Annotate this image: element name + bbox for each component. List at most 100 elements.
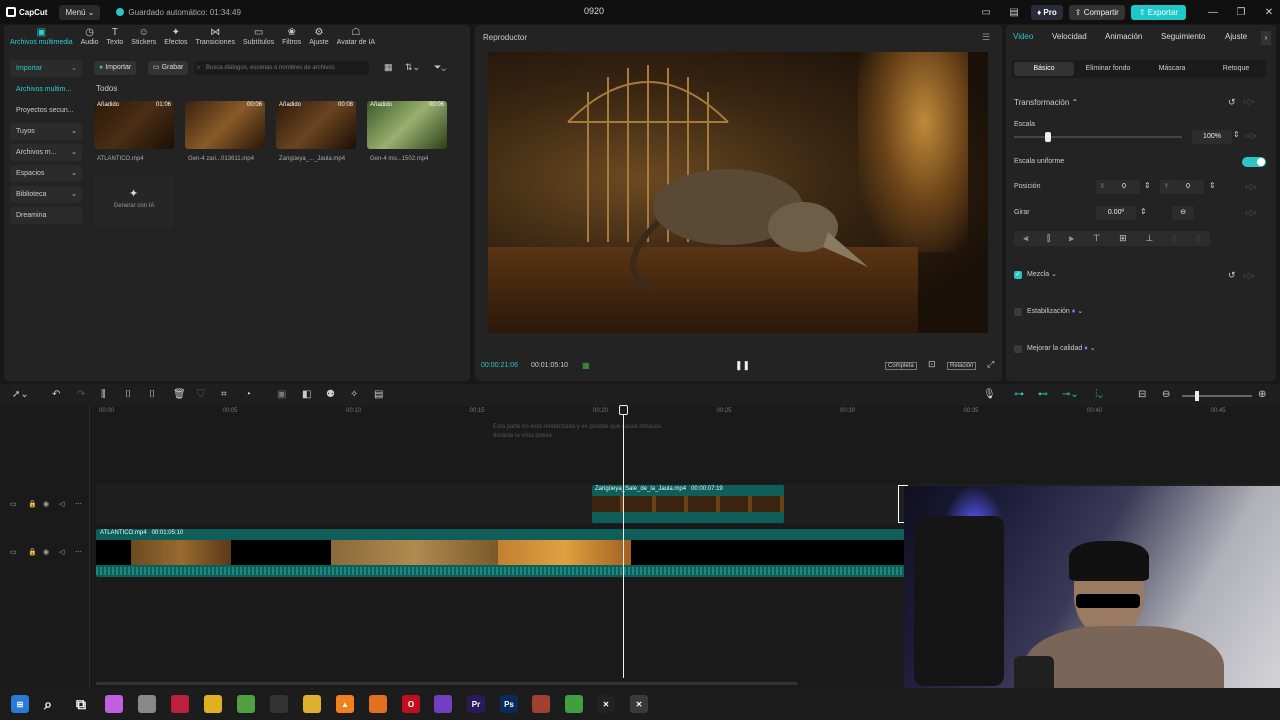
subtab-1[interactable]: Eliminar fondo — [1078, 62, 1138, 76]
files-icon[interactable] — [138, 695, 156, 713]
sidebar-item-4[interactable]: Archivos m... ⌄ — [10, 144, 82, 161]
position-keyframe-icon[interactable]: ‹◇› — [1245, 182, 1256, 191]
subtab-3[interactable]: Retoque — [1206, 62, 1266, 76]
tool-tab-7[interactable]: ❀ Filtros — [278, 27, 305, 51]
tool-tab-4[interactable]: ✦ Efectos — [160, 27, 191, 51]
scale-slider-track[interactable] — [1014, 136, 1182, 138]
cutout-icon[interactable]: ⚉ — [326, 389, 335, 400]
clip-main[interactable]: ATLANTICO.mp4 00:01:05:10 — [96, 529, 906, 577]
scale-value-field[interactable]: 100% — [1192, 130, 1232, 144]
tool-tab-6[interactable]: ▭ Subtítulos — [239, 27, 278, 51]
capcut-active-icon[interactable]: ✕ — [630, 695, 648, 713]
inspector-tab-2[interactable]: Animación — [1105, 32, 1142, 41]
tool-tab-5[interactable]: ⋈ Transiciones — [192, 27, 239, 51]
playhead-handle[interactable] — [619, 405, 628, 415]
taskview-icon[interactable]: ⧉ — [72, 695, 90, 713]
more-icon[interactable]: ⋯ — [75, 548, 82, 556]
zoom-out-icon[interactable]: ⊖ — [1162, 389, 1170, 400]
align-extra-icon[interactable]: ▯ — [1172, 231, 1177, 246]
inspector-tab-1[interactable]: Velocidad — [1052, 32, 1087, 41]
lock-icon[interactable]: 🔒 — [28, 500, 37, 508]
pro-button[interactable]: ♦ Pro — [1031, 4, 1063, 20]
vlc-icon[interactable]: ▲ — [336, 695, 354, 713]
record-button[interactable]: ▭ Grabar — [148, 61, 189, 75]
windows-icon[interactable]: ⊞ — [11, 695, 29, 713]
rotate-stepper-icon[interactable]: ⇕ — [1140, 207, 1147, 216]
opera-icon[interactable]: O — [402, 695, 420, 713]
keyframe-icon[interactable]: ‹◇› — [1243, 97, 1254, 106]
align-left-icon[interactable]: ⫷ — [1023, 231, 1028, 246]
inspector-tab-3[interactable]: Seguimiento — [1161, 32, 1205, 41]
scale-stepper-icon[interactable]: ⇕ — [1233, 130, 1240, 139]
timecode-grid-icon[interactable]: ▦ — [582, 361, 590, 370]
maximize-icon[interactable]: ❐ — [1230, 7, 1252, 18]
enhance-checkbox[interactable] — [1014, 345, 1022, 353]
eye-icon[interactable]: ◉ — [43, 548, 49, 556]
sidebar-item-7[interactable]: Dreamina — [10, 207, 82, 224]
media-item[interactable]: 00:06 — [185, 101, 265, 149]
clip-top[interactable]: Zarigüeya_Sale_de_la_Jaula.mp4 00:00:07:… — [592, 485, 784, 523]
capcut-red-icon[interactable] — [171, 695, 189, 713]
volume-icon[interactable]: ◁ — [59, 548, 64, 556]
volume-icon[interactable]: ◁ — [59, 500, 64, 508]
tool-tab-8[interactable]: ⚙ Ajuste — [305, 27, 332, 51]
sidebar-item-0[interactable]: Importar ⌄ — [10, 60, 82, 77]
capcut-icon[interactable]: ✕ — [597, 695, 615, 713]
project-title[interactable]: 0920 — [584, 6, 604, 16]
split-icon[interactable]: ⫼ — [101, 389, 106, 400]
blend-checkbox[interactable]: ✓ — [1014, 271, 1022, 279]
subtab-2[interactable]: Máscara — [1142, 62, 1202, 76]
more-icon[interactable]: ⋯ — [75, 500, 82, 508]
filter-icon[interactable]: ⏷⌄ — [434, 62, 446, 73]
inspector-tab-0[interactable]: Video — [1013, 32, 1033, 41]
eye-icon[interactable]: ◉ — [43, 500, 49, 508]
tool-tab-0[interactable]: ▣ Archivos multimedia — [6, 27, 77, 51]
y-stepper-icon[interactable]: ⇕ — [1209, 181, 1216, 190]
rotate-keyframe-icon[interactable]: ‹◇› — [1245, 208, 1256, 217]
player-menu-icon[interactable]: ☰ — [982, 32, 990, 43]
freeze-icon[interactable]: ▣ — [277, 389, 286, 400]
subtab-0[interactable]: Básico — [1014, 62, 1074, 76]
align-middle-icon[interactable]: ⊞ — [1119, 231, 1127, 246]
ratio-button[interactable]: Relación — [947, 362, 977, 370]
rotate-field[interactable]: 0.00º — [1096, 206, 1136, 220]
import-button[interactable]: ● Importar — [94, 61, 137, 75]
sort-icon[interactable]: ⇅⌄ — [405, 62, 420, 73]
split-left-icon[interactable]: ⌷ — [125, 389, 131, 400]
layout-icon[interactable]: ▭ — [975, 7, 997, 18]
align-right-icon[interactable]: ⫸ — [1069, 231, 1074, 246]
sidebar-item-3[interactable]: Tuyos ⌄ — [10, 123, 82, 140]
position-y-field[interactable]: Y0 — [1160, 180, 1204, 194]
sidebar-item-1[interactable]: Archivos multim... — [10, 81, 82, 98]
align-extra2-icon[interactable]: ▯ — [1196, 231, 1201, 246]
app-green-icon[interactable] — [237, 695, 255, 713]
tool-tab-1[interactable]: ◷ Audio — [77, 27, 103, 51]
stabilize-checkbox[interactable] — [1014, 308, 1022, 316]
export-button[interactable]: ⇧ Exportar — [1130, 4, 1186, 20]
copilot-icon[interactable] — [105, 695, 123, 713]
app-layers-icon[interactable] — [565, 695, 583, 713]
obs-icon[interactable] — [270, 695, 288, 713]
split-right-icon[interactable]: ⌷ — [149, 389, 155, 400]
inspector-tab-4[interactable]: Ajuste — [1225, 32, 1247, 41]
tabs-next-icon[interactable]: › — [1261, 31, 1271, 45]
search-icon[interactable]: ⌕ — [39, 695, 57, 713]
blend-keyframe-icon[interactable]: ‹◇› — [1243, 271, 1254, 280]
redo-icon[interactable]: ↷ — [77, 389, 85, 400]
scale-keyframe-icon[interactable]: ‹◇› — [1245, 131, 1256, 140]
tool-tab-2[interactable]: T Texto — [103, 27, 128, 51]
full-quality-button[interactable]: Completa — [885, 362, 917, 370]
fullscreen-icon[interactable]: ⤢ — [987, 359, 994, 370]
align-center-icon[interactable]: ⫿ — [1047, 231, 1050, 246]
align-top-icon[interactable]: ⊤ — [1093, 231, 1101, 246]
align-bottom-icon[interactable]: ⊥ — [1145, 231, 1153, 246]
tool-tab-3[interactable]: ☺ Stickers — [127, 27, 160, 51]
sidebar-item-5[interactable]: Espacios ⌄ — [10, 165, 82, 182]
enhance-title[interactable]: Mejorar la calidad ♦ ⌄ — [1027, 344, 1096, 352]
generate-ai-card[interactable]: ✦ Generar con IA — [94, 175, 174, 227]
x-stepper-icon[interactable]: ⇕ — [1144, 181, 1151, 190]
lock-icon[interactable]: 🔒 — [28, 548, 37, 556]
uniform-scale-toggle[interactable] — [1242, 157, 1266, 167]
zoom-slider-handle[interactable] — [1195, 391, 1199, 401]
link-icon[interactable]: ⊸⌄ — [1062, 389, 1079, 400]
